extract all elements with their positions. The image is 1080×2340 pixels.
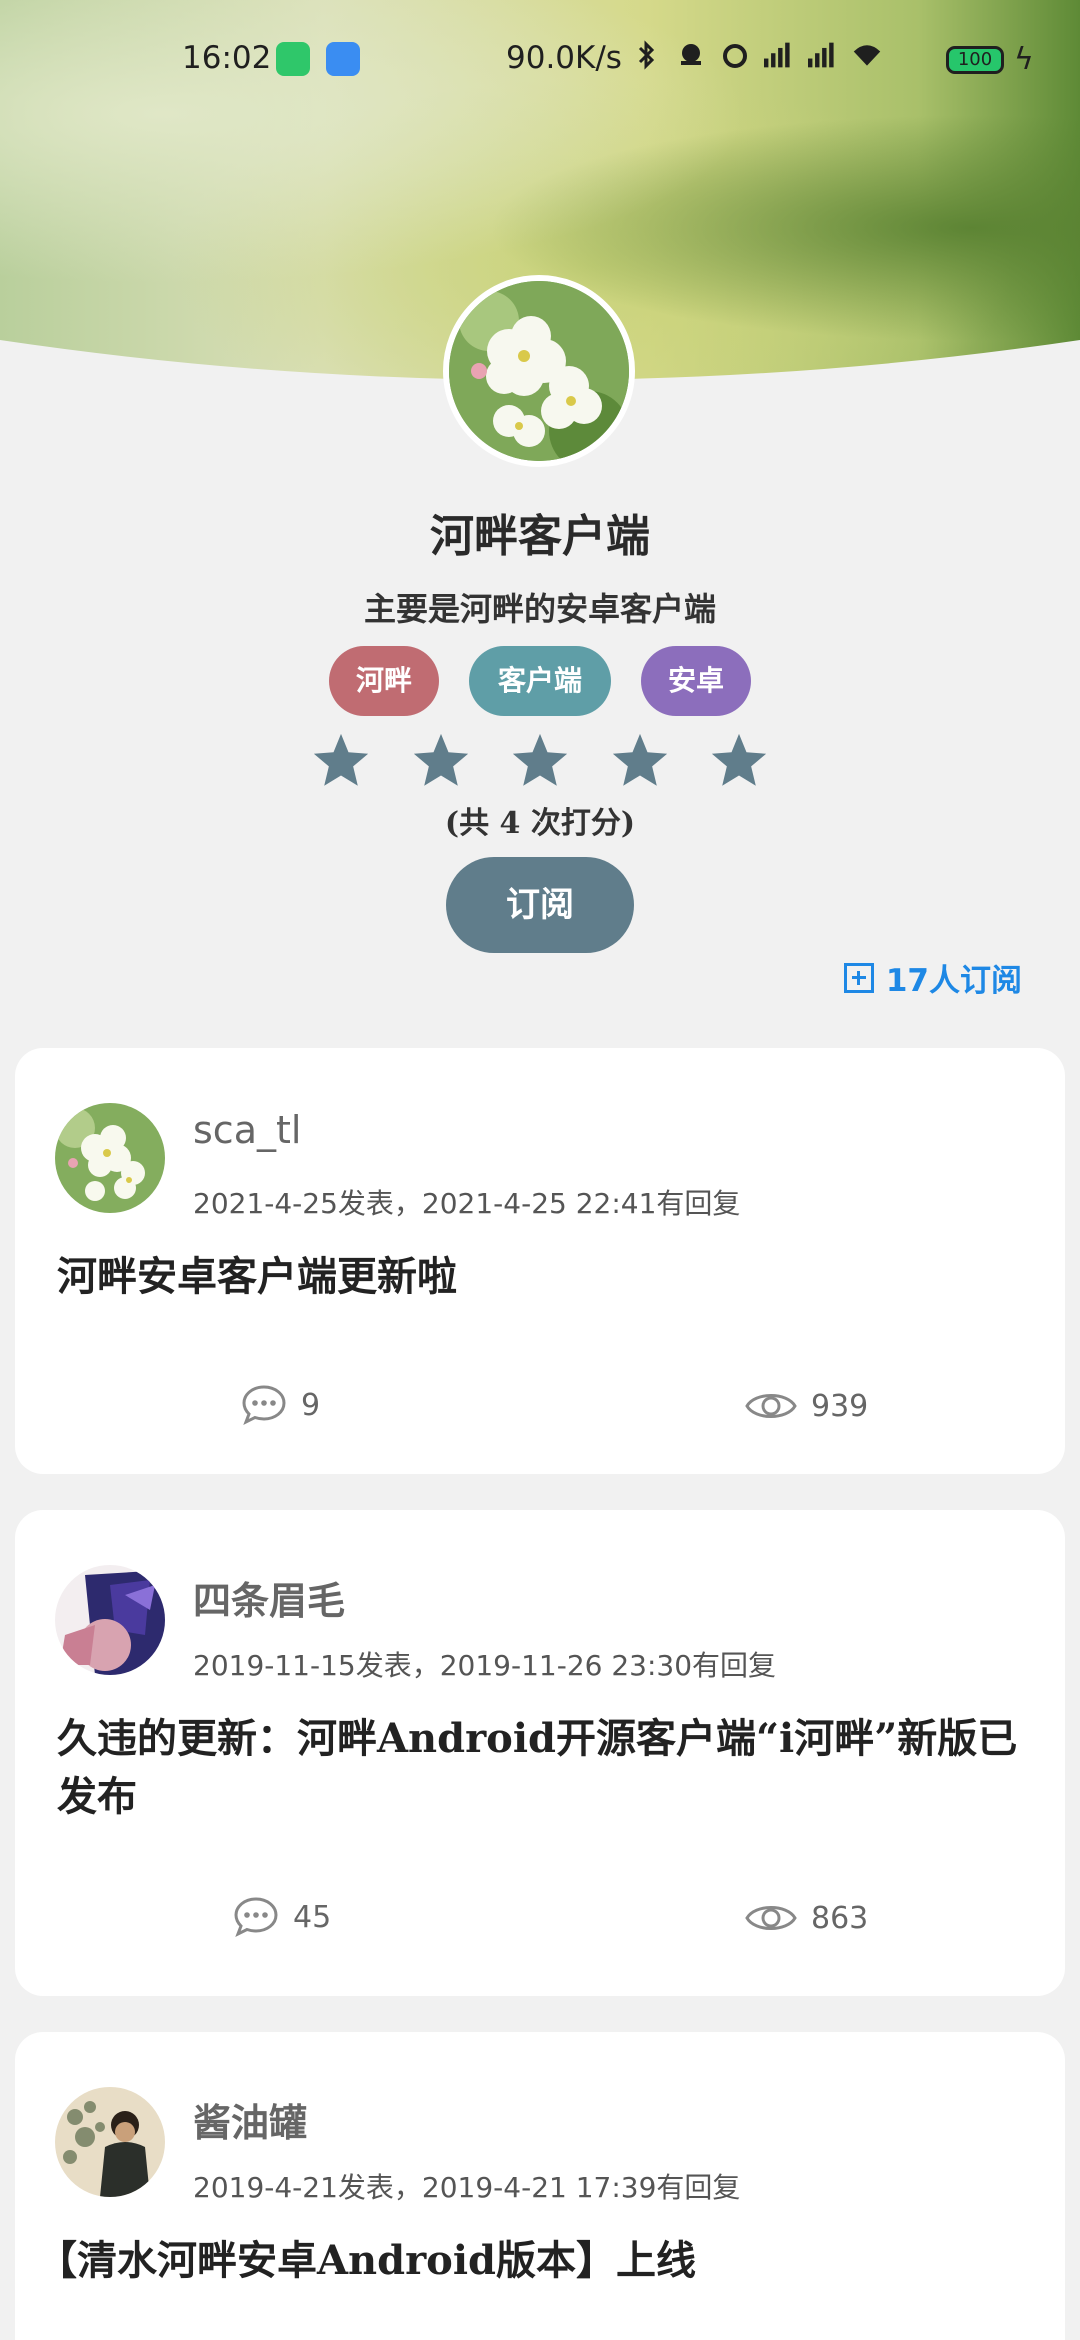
- post-meta: 2019-11-15发表，2019-11-26 23:30有回复: [193, 1649, 777, 1682]
- rating-count: (共 4 次打分): [444, 806, 636, 841]
- post-card[interactable]: 酱油罐 2019-4-21发表，2019-4-21 17:39有回复 【清水河畔…: [15, 2032, 1065, 2340]
- bluetooth-icon: [632, 40, 662, 70]
- charging-icon: ϟ: [1014, 42, 1034, 77]
- android-app-icon: [326, 42, 360, 76]
- star-icon: [612, 733, 667, 786]
- wifi-icon: [852, 40, 882, 70]
- avatar[interactable]: [55, 1565, 165, 1675]
- comment-icon: [234, 1897, 278, 1938]
- app-description: 主要是河畔的安卓客户端: [363, 590, 716, 628]
- wechat-icon: [276, 42, 310, 76]
- avatar[interactable]: [55, 2087, 165, 2197]
- post-meta: 2021-4-25发表，2021-4-25 22:41有回复: [193, 1187, 741, 1220]
- subscriber-count-label: 17人订阅: [885, 963, 1022, 999]
- add-box-icon: [843, 962, 874, 993]
- star-icon: [512, 733, 568, 786]
- signal-icon-2: [808, 40, 838, 70]
- tag-list: 河畔 客户端 安卓: [0, 646, 1080, 716]
- post-author[interactable]: sca_tl: [193, 1108, 301, 1152]
- eye-icon: [745, 1394, 797, 1418]
- tag-heban[interactable]: 河畔: [329, 646, 439, 716]
- view-stat: 863: [745, 1896, 868, 1940]
- post-title[interactable]: 河畔安卓客户端更新啦: [57, 1248, 1037, 1306]
- avatar[interactable]: [55, 1103, 165, 1213]
- star-icon: [413, 733, 468, 786]
- star-icon: [313, 733, 369, 786]
- comment-count: 45: [293, 1899, 332, 1935]
- post-author[interactable]: 四条眉毛: [193, 1570, 345, 1625]
- rating-stars: [310, 730, 770, 792]
- app-avatar: [443, 275, 635, 467]
- app-title: 河畔客户端: [430, 511, 650, 562]
- post-meta: 2019-4-21发表，2019-4-21 17:39有回复: [193, 2171, 741, 2204]
- view-count: 939: [811, 1388, 869, 1424]
- view-stat: 939: [745, 1384, 868, 1428]
- view-count: 863: [811, 1900, 869, 1936]
- network-speed: 90.0K/s: [506, 40, 622, 76]
- tag-android[interactable]: 安卓: [641, 646, 751, 716]
- comment-count: 9: [301, 1387, 321, 1423]
- comment-stat: 45: [233, 1896, 331, 1938]
- subscriber-count-link[interactable]: 17人订阅: [843, 955, 1022, 1000]
- star-icon: [711, 733, 767, 786]
- battery-icon: 100: [946, 46, 1004, 74]
- comment-stat: 9: [241, 1384, 320, 1426]
- post-card[interactable]: 四条眉毛 2019-11-15发表，2019-11-26 23:30有回复 久违…: [15, 1510, 1065, 1996]
- notification-icon: [676, 40, 706, 70]
- eye-icon: [745, 1906, 797, 1930]
- signal-icon: [764, 40, 794, 70]
- comment-icon: [242, 1385, 286, 1426]
- post-card[interactable]: sca_tl 2021-4-25发表，2021-4-25 22:41有回复 河畔…: [15, 1048, 1065, 1474]
- tag-client[interactable]: 客户端: [469, 646, 611, 716]
- post-title[interactable]: 久违的更新：河畔Android开源客户端“i河畔”新版已发布: [57, 1710, 1037, 1826]
- alarm-icon: [720, 40, 750, 70]
- post-title[interactable]: 【清水河畔安卓Android版本】上线: [37, 2232, 1017, 2290]
- post-author[interactable]: 酱油罐: [193, 2092, 307, 2147]
- subscribe-button[interactable]: 订阅: [446, 857, 634, 953]
- status-bar: 16:02 90.0K/s 100 ϟ: [0, 30, 1080, 90]
- status-time: 16:02: [182, 40, 272, 76]
